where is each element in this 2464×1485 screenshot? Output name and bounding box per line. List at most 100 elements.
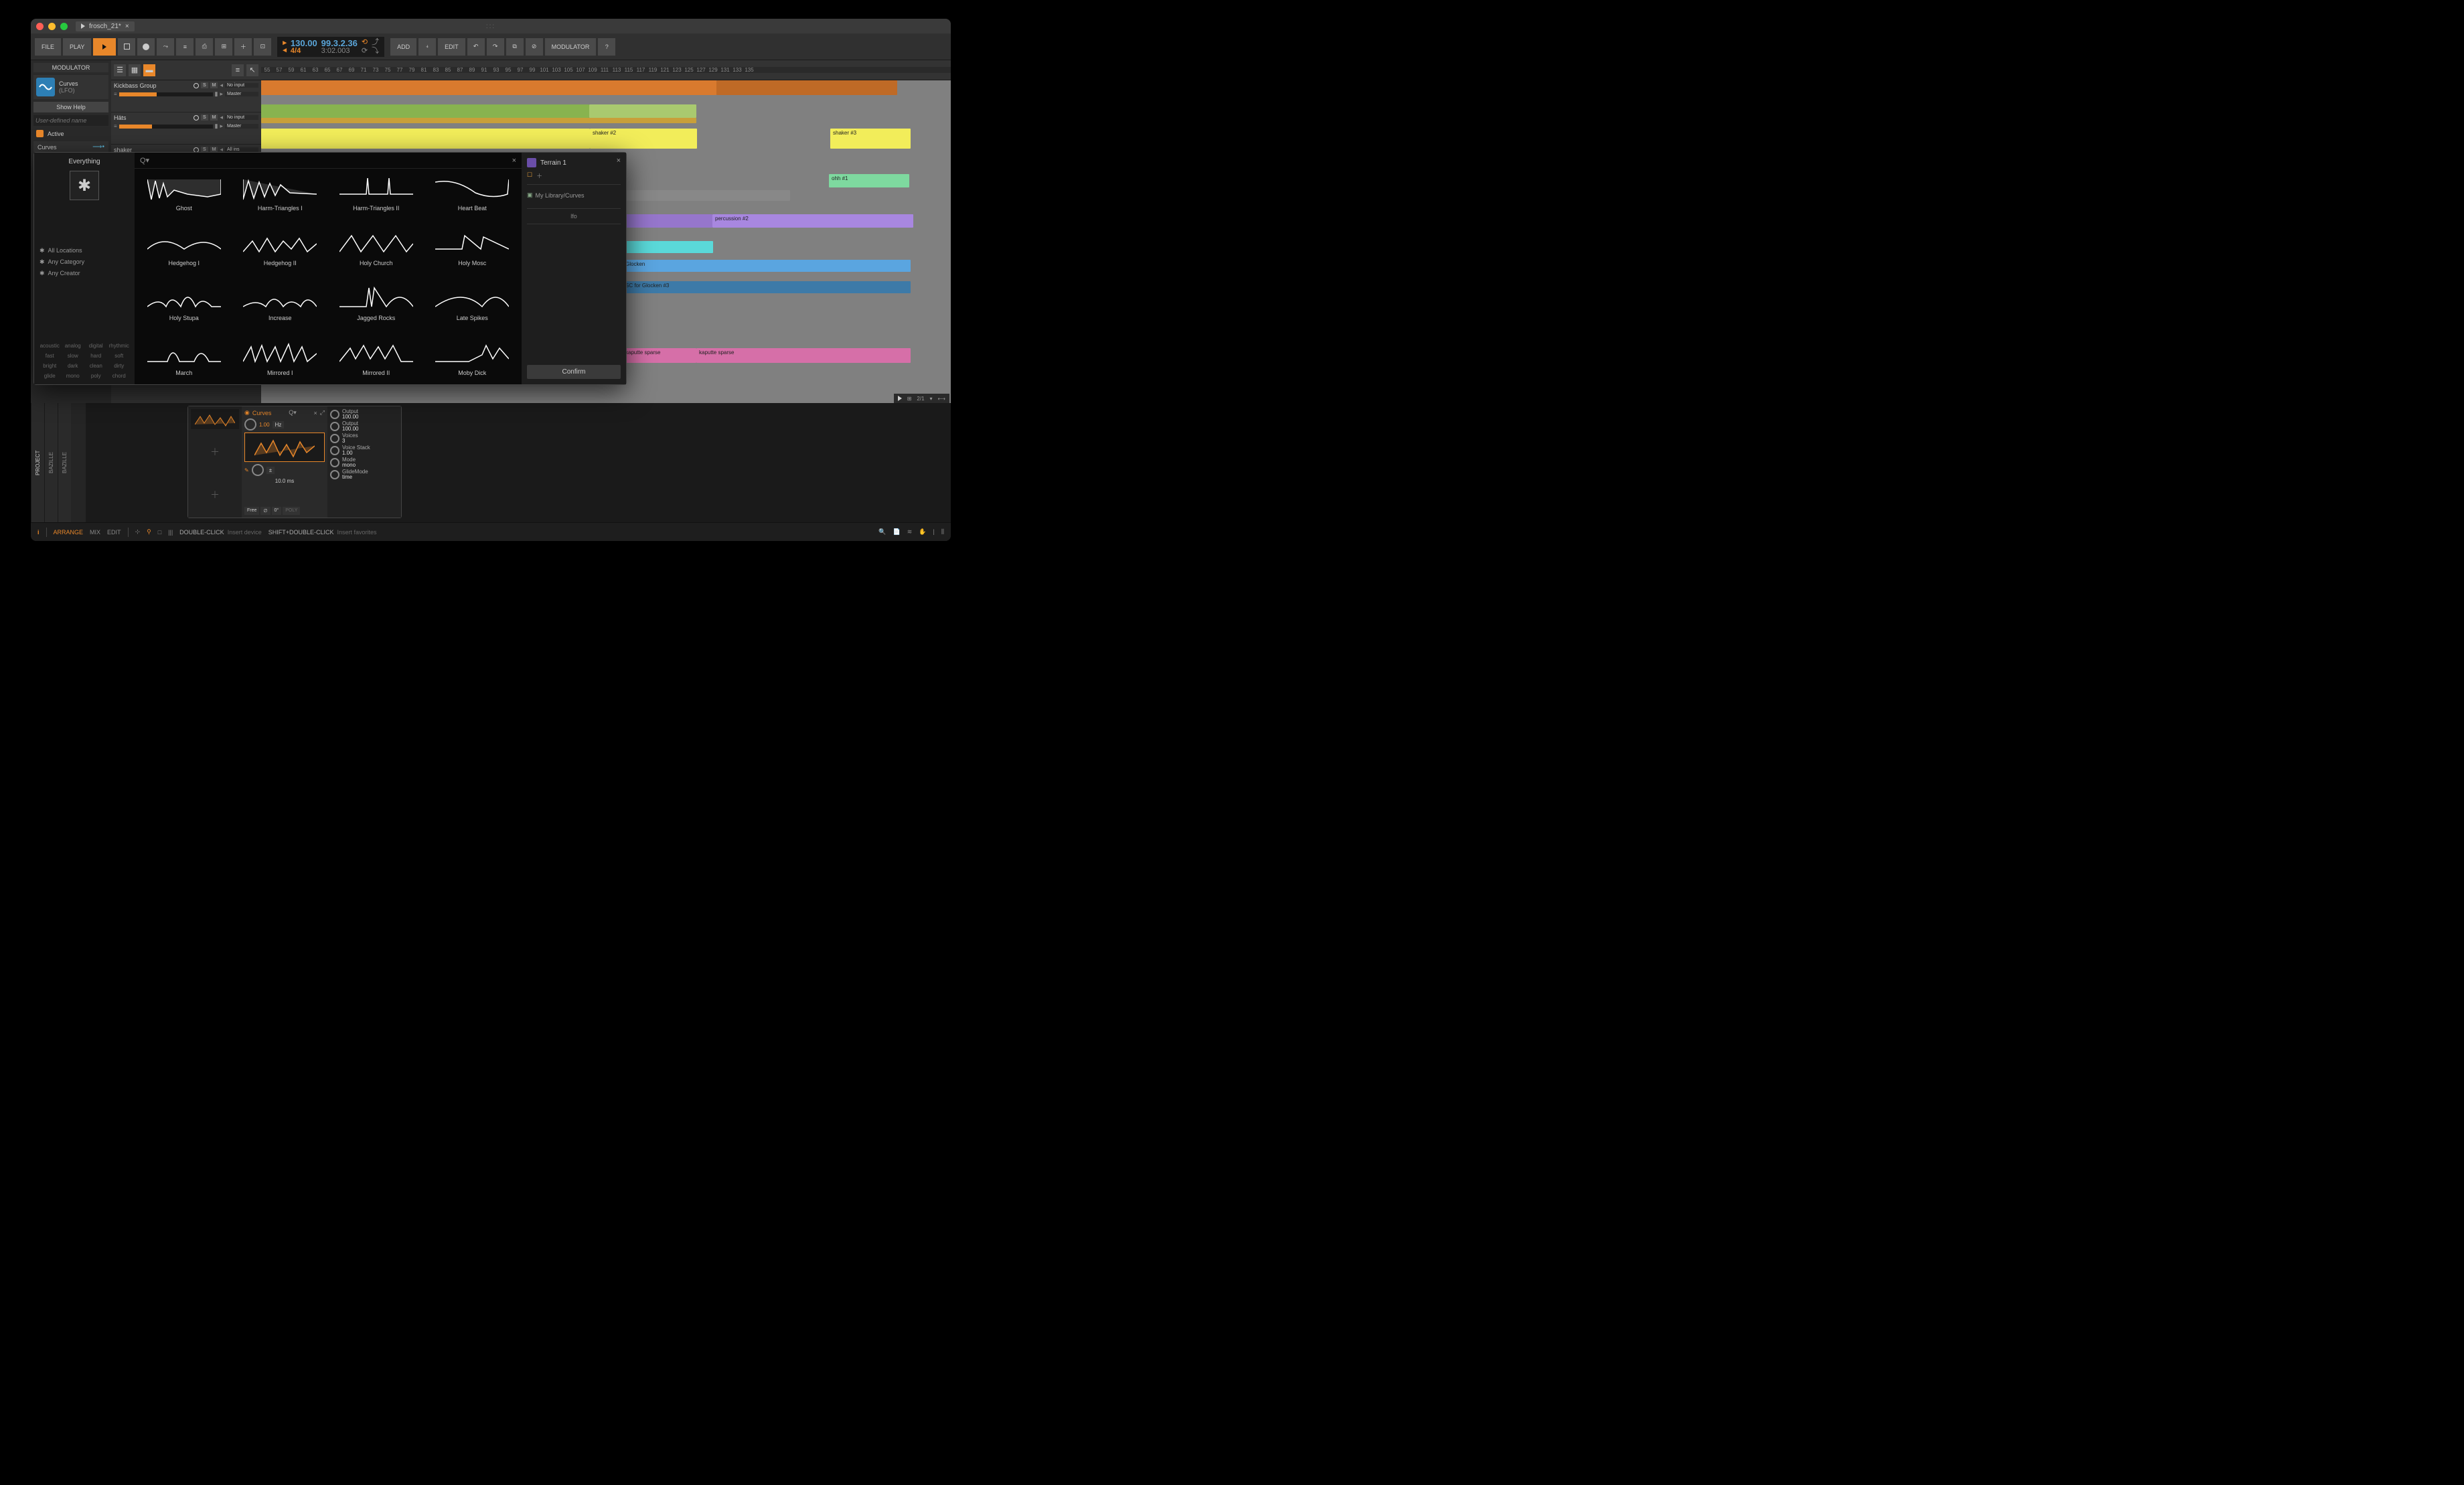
automation-read-button[interactable]: ≡ [176, 38, 194, 56]
tag-mono[interactable]: mono [63, 373, 84, 379]
clip[interactable]: shaker #3 [830, 129, 911, 149]
history-icon[interactable]: ≋ [907, 528, 913, 536]
clip[interactable] [623, 241, 713, 253]
tag-clean[interactable]: clean [86, 363, 106, 369]
preset-item[interactable]: March [140, 339, 228, 384]
preset-item[interactable]: Moby Dick [429, 339, 517, 384]
add-track-button[interactable]: ⍖ [418, 38, 436, 56]
active-toggle[interactable]: Active [33, 129, 108, 139]
rate-unit[interactable]: Hz [273, 421, 285, 428]
track-header[interactable]: Kickbass Group S M ◂ No input ≡ ▮ ▸ Mast… [111, 80, 261, 112]
tag-dark[interactable]: dark [63, 363, 84, 369]
preset-item[interactable]: Increase [236, 284, 325, 336]
time-knob[interactable] [252, 464, 264, 476]
browser-close-icon[interactable]: × [512, 157, 516, 165]
view-menu-button[interactable]: ≡ [232, 64, 244, 76]
preset-item[interactable]: Harm-Triangles II [332, 174, 420, 226]
delete-button[interactable]: ⊘ [526, 38, 543, 56]
grid-icon[interactable]: ⊞ [907, 396, 912, 402]
track-output[interactable]: Master [225, 124, 258, 129]
add-button[interactable]: ADD [390, 38, 416, 56]
close-window-icon[interactable] [36, 23, 44, 30]
search-icon[interactable]: 🔍 [878, 528, 886, 536]
tag-rhythmic[interactable]: rhythmic [109, 343, 130, 349]
preset-field[interactable]: lfo [527, 208, 621, 224]
tool-icon-1[interactable]: ⊹ [135, 528, 141, 536]
play-cursor-icon[interactable] [898, 396, 902, 401]
clip[interactable]: shaker #2 [590, 129, 697, 149]
track-input[interactable]: No input [225, 115, 258, 120]
metronome-icon[interactable]: ▸ [283, 40, 287, 47]
add-scene-button[interactable]: ＋ [234, 38, 252, 56]
tag-soft[interactable]: soft [109, 353, 130, 359]
confirm-button[interactable]: Confirm [527, 365, 621, 379]
preset-item[interactable]: Late Spikes [429, 284, 517, 336]
free-mode-button[interactable]: Free [244, 507, 259, 515]
everything-icon[interactable]: ✱ [70, 171, 99, 200]
mappings-icon[interactable]: ✋ [919, 528, 926, 536]
output-chevron-icon[interactable]: ▸ [220, 123, 223, 130]
filter-item[interactable]: ✱ Any Creator [40, 270, 129, 277]
tag-hard[interactable]: hard [86, 353, 106, 359]
input-chevron-icon[interactable]: ◂ [220, 114, 223, 121]
param-row[interactable]: Modemono [330, 457, 398, 468]
edit-button[interactable]: EDIT [438, 38, 465, 56]
record-button[interactable] [137, 38, 155, 56]
help-button[interactable]: ? [598, 38, 615, 56]
draw-tool-icon[interactable]: ✎ [244, 467, 249, 473]
add-tab-icon[interactable]: ＋ [536, 171, 542, 180]
track-output[interactable]: Master [225, 92, 258, 96]
timeline-ruler[interactable]: 5557596163656769717375777981838587899193… [261, 67, 951, 73]
project-tab[interactable]: frosch_21* × [76, 21, 135, 31]
preset-item[interactable]: Holy Church [332, 229, 420, 281]
param-knob[interactable] [330, 422, 339, 431]
param-row[interactable]: Output100.00 [330, 409, 398, 420]
rate-knob[interactable] [244, 418, 256, 431]
preset-item[interactable]: Hedgehog I [140, 229, 228, 281]
minimize-window-icon[interactable] [48, 23, 56, 30]
tool-icon-3[interactable]: □ [158, 529, 161, 536]
file-button[interactable]: FILE [35, 38, 61, 56]
track-type-icon[interactable]: ≡ [114, 91, 117, 97]
modulator-button[interactable]: MODULATOR [545, 38, 597, 56]
clip[interactable]: ohh #1 [829, 174, 909, 187]
preset-item[interactable]: Holy Stupa [140, 284, 228, 336]
clip[interactable] [589, 104, 696, 118]
device-power-icon[interactable]: ◉ [244, 409, 250, 416]
view-lane-button[interactable]: ▬ [143, 64, 155, 76]
track-header[interactable]: Häts S M ◂ No input ≡ ▮ ▸ Master [111, 112, 261, 145]
tag-dirty[interactable]: dirty [109, 363, 130, 369]
browser-search-input[interactable] [152, 157, 512, 164]
device-close-icon[interactable]: × [314, 410, 317, 416]
punch-out-icon[interactable]: ⤵ [372, 48, 379, 55]
details-close-icon[interactable]: × [617, 157, 621, 165]
bipolar-icon[interactable]: ± [266, 467, 275, 474]
param-knob[interactable] [330, 458, 339, 467]
timesig-value[interactable]: 4/4 [291, 48, 317, 55]
tag-analog[interactable]: analog [63, 343, 84, 349]
add-terrain-slot-2[interactable]: ＋ [191, 475, 239, 515]
clip-launcher-button[interactable]: ⊞ [215, 38, 232, 56]
view-list-button[interactable]: ☰ [114, 64, 126, 76]
add-terrain-slot[interactable]: ＋ [191, 432, 239, 472]
pointer-tool-button[interactable]: ↖ [246, 64, 258, 76]
param-row[interactable]: Voice Stack1.00 [330, 445, 398, 456]
solo-button[interactable]: S [201, 114, 208, 121]
overdub-button[interactable]: ⎙ [196, 38, 213, 56]
device-strip[interactable]: PROJECT [31, 403, 44, 522]
preset-item[interactable]: Holy Mosc [429, 229, 517, 281]
clip[interactable]: kaputte sparse [623, 348, 696, 363]
preset-item[interactable]: Hedgehog II [236, 229, 325, 281]
param-row[interactable]: Voices3 [330, 433, 398, 444]
record-arm-icon[interactable] [194, 115, 199, 121]
fav-tab-icon[interactable]: ☐ [527, 171, 532, 180]
view-grid-button[interactable]: ▦ [129, 64, 141, 76]
record-arm-icon[interactable] [194, 83, 199, 88]
clip[interactable]: percussion #2 [712, 214, 913, 228]
output-chevron-icon[interactable]: ▸ [220, 90, 223, 98]
punch-in-icon[interactable]: ⤴ [372, 39, 379, 46]
tag-chord[interactable]: chord [109, 373, 130, 379]
param-knob[interactable] [330, 470, 339, 479]
automation-write-button[interactable]: ⤳ [157, 38, 174, 56]
param-knob[interactable] [330, 410, 339, 419]
